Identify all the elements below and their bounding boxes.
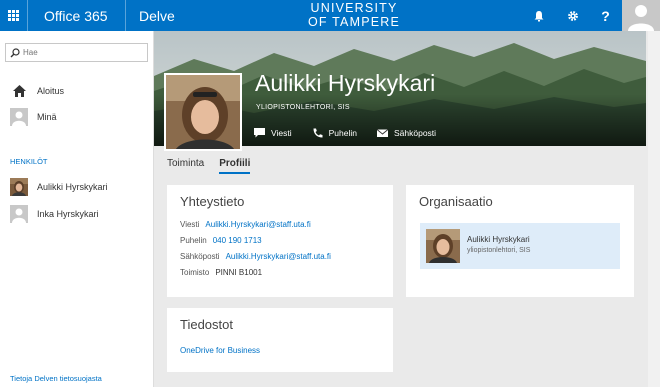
people-section-header: HENKILÖT xyxy=(10,157,48,166)
action-label: Sähköposti xyxy=(394,128,437,138)
organisation-card: Organisaatio Aulikki Hyrskykari yliopist… xyxy=(406,185,634,297)
help-icon[interactable]: ? xyxy=(589,0,622,31)
contact-card: Yhteystieto Viesti Aulikki.Hyrskykari@st… xyxy=(167,185,393,297)
contact-row-phone: Puhelin 040 190 1713 xyxy=(180,236,262,245)
office-365-link[interactable]: Office 365 xyxy=(44,8,108,24)
phone-link[interactable]: 040 190 1713 xyxy=(213,236,262,245)
bell-icon[interactable] xyxy=(522,0,555,31)
org-person-tile[interactable]: Aulikki Hyrskykari yliopistonlehtori, SI… xyxy=(420,223,620,269)
app-launcher-icon[interactable] xyxy=(0,0,27,31)
avatar xyxy=(10,178,28,196)
files-card-title: Tiedostot xyxy=(180,317,233,332)
nav-item-label: Inka Hyrskykari xyxy=(37,209,99,219)
nav-item-label: Aulikki Hyrskykari xyxy=(37,182,108,192)
avatar xyxy=(426,229,460,263)
divider xyxy=(125,0,126,31)
scrollbar[interactable] xyxy=(648,31,660,387)
contact-row-message: Viesti Aulikki.Hyrskykari@staff.uta.fi xyxy=(180,220,311,229)
search-icon xyxy=(10,48,20,58)
university-logo-line1: UNIVERSITY xyxy=(310,1,398,15)
chat-icon xyxy=(254,128,265,138)
files-card: Tiedostot OneDrive for Business xyxy=(167,308,393,372)
contact-row-label: Puhelin xyxy=(180,236,207,245)
action-label: Viesti xyxy=(271,128,292,138)
email-action-button[interactable]: Sähköposti xyxy=(377,128,436,138)
onedrive-link[interactable]: OneDrive for Business xyxy=(180,346,260,355)
main-content: Aulikki Hyrskykari YLIOPISTONLEHTORI, SI… xyxy=(154,31,660,387)
contact-row-office: Toimisto PINNI B1001 xyxy=(180,268,262,277)
action-label: Puhelin xyxy=(328,128,357,138)
contact-row-label: Sähköposti xyxy=(180,252,220,261)
left-navigation: Aloitus Minä HENKILÖT Aulikki Hyrskykari… xyxy=(0,31,154,387)
nav-item-home[interactable]: Aloitus xyxy=(10,81,150,101)
profile-actions: Viesti Puhelin Sähköposti xyxy=(254,128,456,138)
user-avatar[interactable] xyxy=(622,0,660,31)
home-icon xyxy=(10,82,28,100)
nav-item-label: Minä xyxy=(37,112,57,122)
university-logo: UNIVERSITY OF TAMPERE xyxy=(298,1,410,29)
profile-job-title: YLIOPISTONLEHTORI, SIS xyxy=(256,104,350,111)
organisation-card-title: Organisaatio xyxy=(419,194,493,209)
nav-item-me[interactable]: Minä xyxy=(10,107,150,127)
nav-item-person-aulikki[interactable]: Aulikki Hyrskykari xyxy=(10,177,150,197)
tab-profile[interactable]: Profiili xyxy=(219,158,251,174)
contact-row-label: Viesti xyxy=(180,220,200,229)
top-bar: Office 365 Delve UNIVERSITY OF TAMPERE ? xyxy=(0,0,660,31)
contact-row-label: Toimisto xyxy=(180,268,210,277)
org-person-title: yliopistonlehtori, SIS xyxy=(467,247,531,254)
delve-app-title[interactable]: Delve xyxy=(139,8,175,24)
person-icon xyxy=(10,108,28,126)
university-logo-line2: OF TAMPERE xyxy=(307,15,401,29)
contact-card-title: Yhteystieto xyxy=(180,194,245,209)
message-action-button[interactable]: Viesti xyxy=(254,128,292,138)
person-icon xyxy=(10,205,28,223)
nav-item-person-inka[interactable]: Inka Hyrskykari xyxy=(10,204,150,224)
privacy-link[interactable]: Tietoja Delven tietosuojasta xyxy=(10,374,102,383)
email-link[interactable]: Aulikki.Hyrskykari@staff.uta.fi xyxy=(226,252,331,261)
profile-tabs: Toiminta Profiili xyxy=(167,158,265,174)
search-input[interactable] xyxy=(23,46,143,59)
contact-row-email: Sähköposti Aulikki.Hyrskykari@staff.uta.… xyxy=(180,252,331,261)
nav-item-label: Aloitus xyxy=(37,86,65,96)
divider xyxy=(27,0,28,31)
profile-photo xyxy=(164,73,242,151)
org-person-name: Aulikki Hyrskykari xyxy=(467,235,530,244)
search-box[interactable] xyxy=(5,43,148,62)
profile-name: Aulikki Hyrskykari xyxy=(255,70,436,96)
office-value: PINNI B1001 xyxy=(215,268,263,277)
gear-icon[interactable] xyxy=(556,0,589,31)
mail-icon xyxy=(377,129,388,137)
phone-action-button[interactable]: Puhelin xyxy=(312,128,357,138)
phone-icon xyxy=(313,128,323,138)
message-link[interactable]: Aulikki.Hyrskykari@staff.uta.fi xyxy=(205,220,310,229)
tab-activity[interactable]: Toiminta xyxy=(167,158,204,174)
